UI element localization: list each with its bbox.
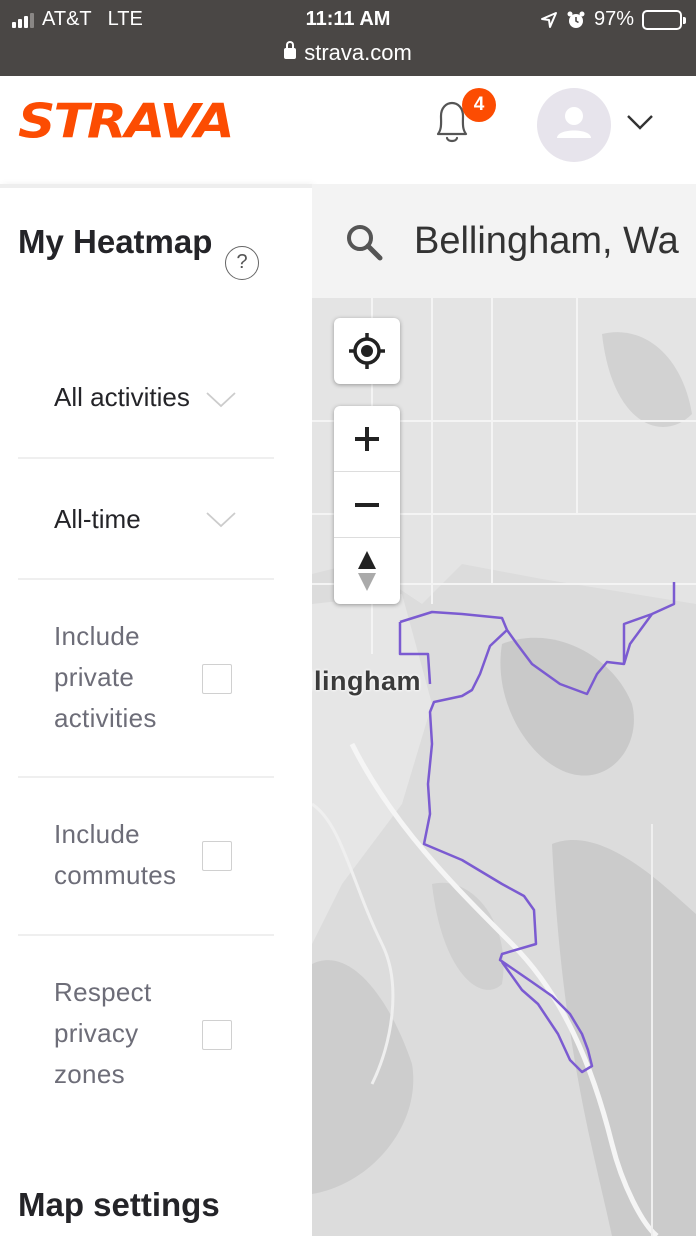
zoom-in-button[interactable] xyxy=(334,406,400,472)
locate-button[interactable] xyxy=(334,318,400,384)
help-icon[interactable]: ? xyxy=(225,246,259,280)
compass-icon xyxy=(358,551,376,591)
checkbox-private-activities[interactable] xyxy=(202,664,232,694)
page-title: My Heatmap xyxy=(18,223,213,260)
search-input[interactable]: Bellingham, Wa xyxy=(414,220,679,263)
option-label-commutes: Include commutes xyxy=(54,819,177,890)
option-label-private: Include private activities xyxy=(54,621,157,733)
checkbox-privacy-zones[interactable] xyxy=(202,1020,232,1050)
divider xyxy=(18,934,274,936)
option-label-privacy-zones: Respect privacy zones xyxy=(54,977,152,1089)
battery-icon xyxy=(642,9,686,30)
lock-icon xyxy=(284,41,297,59)
locate-icon xyxy=(349,333,385,369)
city-map-label: llingham xyxy=(312,666,422,696)
chevron-down-icon[interactable] xyxy=(204,390,238,410)
checkbox-commutes[interactable] xyxy=(202,841,232,871)
divider xyxy=(18,457,274,459)
compass-button[interactable] xyxy=(334,538,400,604)
zoom-out-button[interactable] xyxy=(334,472,400,538)
user-silhouette-icon xyxy=(557,107,591,138)
zoom-out-icon xyxy=(355,502,379,507)
status-right: 97% xyxy=(540,8,686,31)
location-search-bar[interactable]: Bellingham, Wa xyxy=(312,184,696,298)
map-settings-heading: Map settings xyxy=(18,1186,220,1223)
divider xyxy=(18,776,274,778)
zoom-in-icon xyxy=(355,426,379,451)
strava-logo[interactable]: STRAVA xyxy=(18,95,235,149)
divider xyxy=(18,578,274,580)
url-bar[interactable]: strava.com xyxy=(0,40,696,66)
location-arrow-icon xyxy=(540,11,557,28)
status-bar: AT&T LTE 11:11 AM 97% strava.com xyxy=(0,0,696,76)
alarm-icon xyxy=(567,11,585,28)
chevron-down-icon[interactable] xyxy=(204,510,238,530)
chevron-down-icon[interactable] xyxy=(624,112,656,132)
avatar[interactable] xyxy=(537,88,611,162)
zoom-controls xyxy=(334,406,400,604)
notification-badge[interactable]: 4 xyxy=(462,88,496,122)
url-text: strava.com xyxy=(304,40,412,65)
activity-filter-select[interactable]: All activities xyxy=(54,382,190,413)
heatmap-sidebar: My Heatmap ? All activities All-time Inc… xyxy=(0,184,312,1236)
search-icon[interactable] xyxy=(344,222,384,262)
heatmap-map[interactable]: Bellingham, Wa llingham xyxy=(312,184,696,1236)
time-filter-select[interactable]: All-time xyxy=(54,504,141,535)
locate-control[interactable] xyxy=(334,318,400,384)
app-header: STRAVA 4 xyxy=(0,76,696,184)
battery-percent: 97% xyxy=(593,8,634,30)
